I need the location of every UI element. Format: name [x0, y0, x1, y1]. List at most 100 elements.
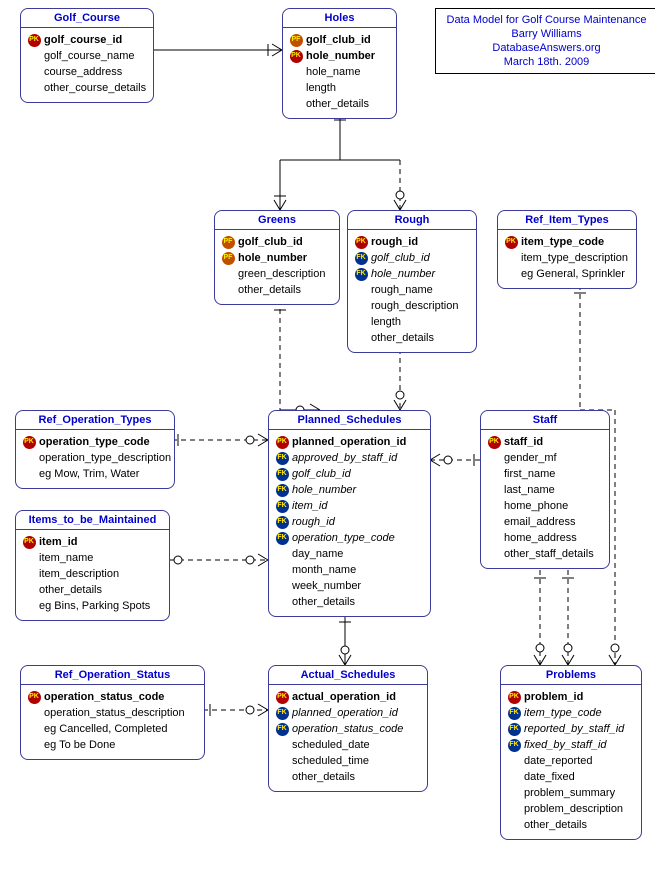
attr-name: operation_status_code	[44, 689, 164, 705]
attr-row: PKitem_type_code	[504, 234, 630, 250]
entity-header: Ref_Operation_Status	[21, 666, 204, 685]
fk-key-icon: FK	[275, 515, 289, 529]
entity-golf-course: Golf_CoursePKgolf_course_idgolf_course_n…	[20, 8, 154, 103]
attr-name: operation_status_description	[44, 705, 185, 721]
attr-name: planned_operation_id	[292, 705, 398, 721]
entity-body: PKproblem_idFKitem_type_codeFKreported_b…	[501, 685, 641, 839]
attr-name: eg General, Sprinkler	[521, 266, 625, 282]
info-line-4: March 18th. 2009	[444, 55, 649, 69]
entity-header: Holes	[283, 9, 396, 28]
attr-name: length	[371, 314, 401, 330]
pk-key-icon: PK	[275, 690, 289, 704]
attr-name: other_staff_details	[504, 546, 594, 562]
attr-row: problem_description	[507, 801, 635, 817]
attr-row: PKgolf_course_id	[27, 32, 147, 48]
attr-name: day_name	[292, 546, 343, 562]
attr-name: rough_name	[371, 282, 433, 298]
attr-name: hole_number	[292, 482, 356, 498]
pf-key-icon: PF	[289, 33, 303, 47]
attr-name: golf_course_id	[44, 32, 122, 48]
entity-header: Problems	[501, 666, 641, 685]
pk-key-icon: PK	[354, 235, 368, 249]
fk-key-icon: FK	[507, 706, 521, 720]
attr-name: other_course_details	[44, 80, 146, 96]
attr-name: hole_number	[238, 250, 307, 266]
entity-header: Staff	[481, 411, 609, 430]
fk-key-icon: FK	[275, 722, 289, 736]
pk-key-icon: PK	[507, 690, 521, 704]
entity-header: Ref_Operation_Types	[16, 411, 174, 430]
pk-key-icon: PK	[27, 33, 41, 47]
attr-name: problem_description	[524, 801, 623, 817]
entity-body: PKactual_operation_idFKplanned_operation…	[269, 685, 427, 791]
attr-name: first_name	[504, 466, 555, 482]
entity-body: PFgolf_club_idPFhole_numbergreen_descrip…	[215, 230, 339, 304]
attr-row: date_reported	[507, 753, 635, 769]
attr-row: FKhole_number	[275, 482, 424, 498]
entity-holes: HolesPFgolf_club_idPKhole_numberhole_nam…	[282, 8, 397, 119]
attr-name: item_description	[39, 566, 119, 582]
attr-row: eg General, Sprinkler	[504, 266, 630, 282]
attr-row: scheduled_date	[275, 737, 421, 753]
attr-name: approved_by_staff_id	[292, 450, 397, 466]
attr-name: eg Bins, Parking Spots	[39, 598, 150, 614]
attr-row: date_fixed	[507, 769, 635, 785]
attr-name: length	[306, 80, 336, 96]
fk-key-icon: FK	[275, 483, 289, 497]
attr-row: PFgolf_club_id	[221, 234, 333, 250]
attr-row: other_details	[289, 96, 390, 112]
pk-key-icon: PK	[504, 235, 518, 249]
attr-name: gender_mf	[504, 450, 557, 466]
attr-row: problem_summary	[507, 785, 635, 801]
pk-key-icon: PK	[22, 535, 36, 549]
attr-row: other_details	[275, 594, 424, 610]
attr-row: gender_mf	[487, 450, 603, 466]
entity-body: PKrough_idFKgolf_club_idFKhole_numberrou…	[348, 230, 476, 352]
attr-name: other_details	[306, 96, 369, 112]
attr-name: operation_status_code	[292, 721, 403, 737]
attr-name: golf_club_id	[371, 250, 430, 266]
attr-name: week_number	[292, 578, 361, 594]
attr-name: scheduled_date	[292, 737, 370, 753]
attr-row: operation_status_description	[27, 705, 198, 721]
attr-row: other_details	[275, 769, 421, 785]
attr-row: FKplanned_operation_id	[275, 705, 421, 721]
attr-row: month_name	[275, 562, 424, 578]
attr-row: other_staff_details	[487, 546, 603, 562]
attr-row: last_name	[487, 482, 603, 498]
entity-staff: StaffPKstaff_idgender_mffirst_namelast_n…	[480, 410, 610, 569]
attr-row: other_details	[221, 282, 333, 298]
attr-row: length	[289, 80, 390, 96]
attr-name: other_details	[371, 330, 434, 346]
attr-row: PKplanned_operation_id	[275, 434, 424, 450]
attr-row: FKitem_id	[275, 498, 424, 514]
fk-key-icon: FK	[275, 706, 289, 720]
entity-header: Rough	[348, 211, 476, 230]
attr-name: scheduled_time	[292, 753, 369, 769]
fk-key-icon: FK	[275, 531, 289, 545]
attr-row: eg Mow, Trim, Water	[22, 466, 168, 482]
entity-body: PKstaff_idgender_mffirst_namelast_nameho…	[481, 430, 609, 568]
attr-row: FKapproved_by_staff_id	[275, 450, 424, 466]
attr-row: operation_type_description	[22, 450, 168, 466]
info-line-2: Barry Williams	[444, 27, 649, 41]
attr-row: scheduled_time	[275, 753, 421, 769]
pk-key-icon: PK	[22, 435, 36, 449]
attr-name: rough_id	[292, 514, 335, 530]
attr-row: FKoperation_status_code	[275, 721, 421, 737]
attr-row: course_address	[27, 64, 147, 80]
attr-name: planned_operation_id	[292, 434, 406, 450]
attr-row: eg To be Done	[27, 737, 198, 753]
entity-header: Greens	[215, 211, 339, 230]
attr-row: PKactual_operation_id	[275, 689, 421, 705]
attr-name: last_name	[504, 482, 555, 498]
attr-name: other_details	[238, 282, 301, 298]
attr-row: golf_course_name	[27, 48, 147, 64]
entity-planned-schedules: Planned_SchedulesPKplanned_operation_idF…	[268, 410, 431, 617]
entity-body: PKitem_iditem_nameitem_descriptionother_…	[16, 530, 169, 620]
attr-row: FKrough_id	[275, 514, 424, 530]
attr-row: rough_name	[354, 282, 470, 298]
entity-body: PKplanned_operation_idFKapproved_by_staf…	[269, 430, 430, 616]
attr-name: actual_operation_id	[292, 689, 396, 705]
fk-key-icon: FK	[354, 267, 368, 281]
